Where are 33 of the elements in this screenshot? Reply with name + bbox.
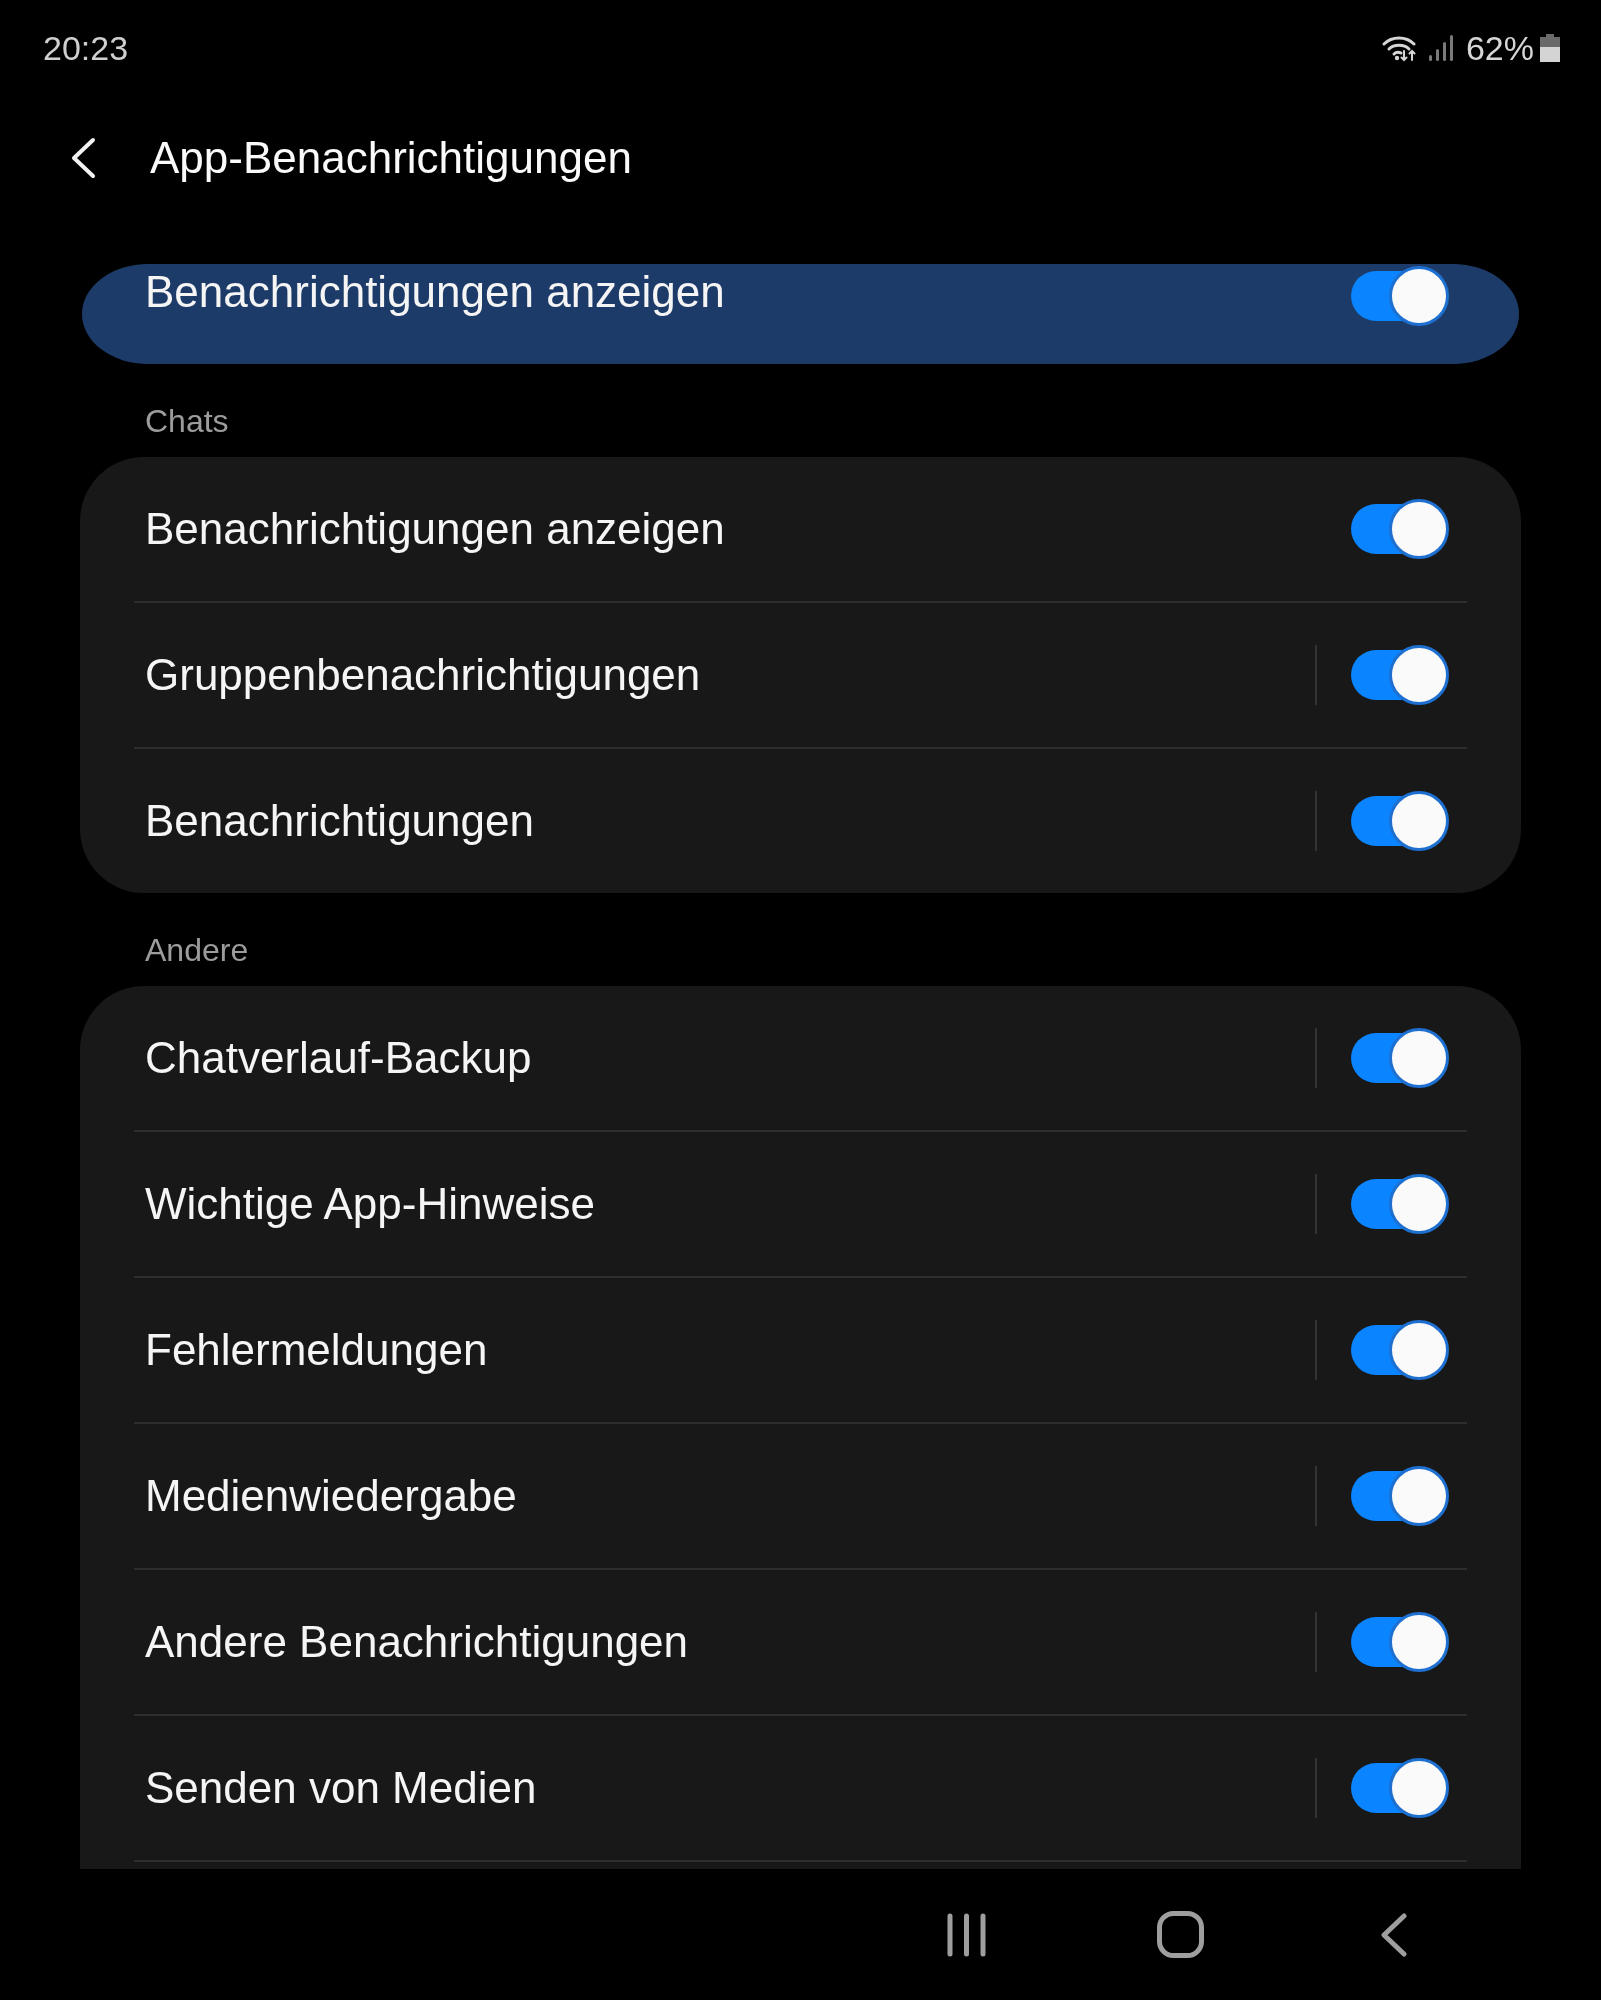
setting-label[interactable]: Senden von Medien xyxy=(145,1762,537,1814)
toggle-switch[interactable] xyxy=(1351,791,1449,851)
toggle-switch[interactable] xyxy=(1351,1174,1449,1234)
setting-label[interactable]: Medienwiedergabe xyxy=(145,1470,517,1522)
battery-percentage: 62% xyxy=(1465,28,1534,68)
status-time: 20:23 xyxy=(43,28,129,68)
section-title: Chats xyxy=(145,403,229,439)
toggle-switch[interactable] xyxy=(1351,1612,1449,1672)
back-icon[interactable] xyxy=(70,137,96,179)
section-title: Andere xyxy=(145,932,249,968)
toggle-switch[interactable] xyxy=(1351,645,1449,705)
page-title: App-Benachrichtigungen xyxy=(150,132,632,184)
signal-icon xyxy=(1427,35,1454,61)
battery-icon xyxy=(1540,34,1560,62)
back-icon[interactable] xyxy=(1380,1912,1407,1957)
wifi-icon xyxy=(1381,34,1418,62)
setting-label[interactable]: Fehlermeldungen xyxy=(145,1324,488,1376)
master-switch-banner[interactable]: Benachrichtigungen anzeigen xyxy=(82,264,1519,364)
setting-label[interactable]: Benachrichtigungen anzeigen xyxy=(145,503,725,555)
toggle-switch[interactable] xyxy=(1351,499,1449,559)
toggle-switch[interactable] xyxy=(1351,1466,1449,1526)
toggle-switch[interactable] xyxy=(1351,266,1449,326)
setting-label[interactable]: Andere Benachrichtigungen xyxy=(145,1616,689,1668)
toggle-switch[interactable] xyxy=(1351,1028,1449,1088)
toggle-switch[interactable] xyxy=(1351,1320,1449,1380)
setting-label: Benachrichtigungen anzeigen xyxy=(145,266,725,318)
setting-label[interactable]: Benachrichtigungen xyxy=(145,795,534,847)
setting-label[interactable]: Chatverlauf-Backup xyxy=(145,1032,532,1084)
setting-label[interactable]: Wichtige App-Hinweise xyxy=(145,1178,595,1230)
recents-icon[interactable] xyxy=(946,1912,987,1957)
toggle-switch[interactable] xyxy=(1351,1758,1449,1818)
home-icon[interactable] xyxy=(1157,1911,1204,1958)
setting-label[interactable]: Gruppenbenachrichtigungen xyxy=(145,649,701,701)
